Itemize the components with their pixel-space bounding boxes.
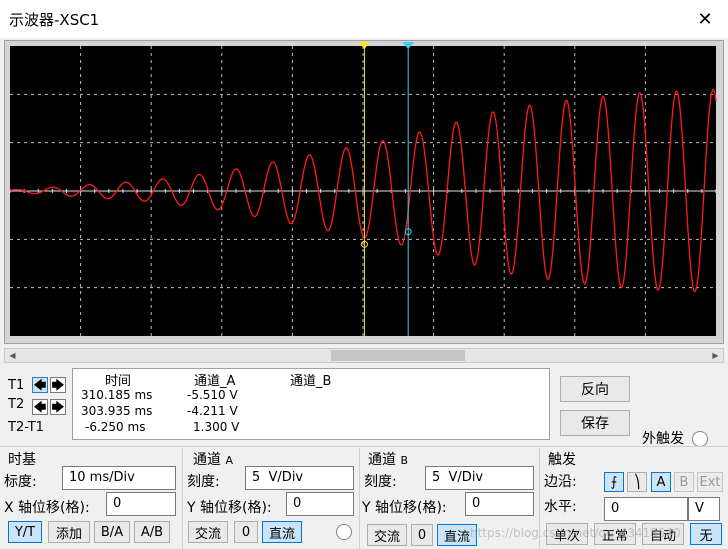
channel-b-ac-button[interactable]: 交流 xyxy=(367,524,407,546)
t1-label: T1 xyxy=(8,378,25,393)
channel-a-dc-button[interactable]: 直流 xyxy=(262,521,302,543)
header-channel-b: 通道_B xyxy=(290,374,332,389)
t2-left-arrow-icon[interactable]: 🡄 xyxy=(32,399,48,415)
yt-button[interactable]: Y/T xyxy=(8,521,42,543)
trigger-level-unit[interactable]: V xyxy=(688,497,720,521)
timebase-xpos-field[interactable]: 0 xyxy=(106,492,176,516)
t2-channel-a: -4.211 V xyxy=(187,404,238,418)
reverse-button[interactable]: 反向 xyxy=(560,376,630,402)
trigger-none-button[interactable]: 无 xyxy=(690,523,722,545)
timebase-scale-label: 标度: xyxy=(4,474,37,490)
divider xyxy=(359,448,360,549)
t1-right-arrow-icon[interactable]: 🡆 xyxy=(50,377,66,393)
rising-edge-icon[interactable]: ⨍ xyxy=(604,472,624,492)
add-button[interactable]: 添加 xyxy=(48,521,90,543)
ext-trigger-radio[interactable] xyxy=(692,431,708,447)
channel-b-letter: B xyxy=(400,454,408,467)
measurement-readout: 时间 通道_A 通道_B 310.185 ms -5.510 V 303.935… xyxy=(72,368,550,440)
save-button[interactable]: 保存 xyxy=(560,410,630,436)
close-icon[interactable]: ✕ xyxy=(682,0,728,38)
falling-edge-icon[interactable]: ⎞ xyxy=(627,472,647,492)
t2-t1-label: T2-T1 xyxy=(8,420,44,435)
cursor-controls: T1 🡄 🡆 T2 🡄 🡆 T2-T1 xyxy=(4,368,72,440)
ab-button[interactable]: A/B xyxy=(134,521,170,543)
t2-right-arrow-icon[interactable]: 🡆 xyxy=(50,399,66,415)
channel-a-letter: A xyxy=(225,454,233,467)
ba-button[interactable]: B/A xyxy=(94,521,130,543)
channel-a-scale-field[interactable]: 5 V/Div xyxy=(245,466,354,490)
scroll-left-icon[interactable]: ◀ xyxy=(5,349,20,362)
trigger-level-field[interactable]: 0 xyxy=(604,497,688,521)
channel-b-ypos-field[interactable]: 0 xyxy=(465,492,534,516)
t1-channel-a: -5.510 V xyxy=(187,388,238,402)
ext-trigger-label: 外触发 xyxy=(642,431,684,447)
trigger-source-b[interactable]: B xyxy=(674,472,694,492)
channel-a-radio[interactable] xyxy=(336,524,352,540)
channel-a-title: 通道 A xyxy=(193,449,233,469)
channel-b-title-text: 通道 xyxy=(368,452,396,468)
watermark: https://blog.csdn.net/qq_43418640 xyxy=(470,526,681,540)
channel-a-zero-button[interactable]: 0 xyxy=(234,521,258,543)
window-title: 示波器-XSC1 xyxy=(9,11,100,29)
t1-left-arrow-icon[interactable]: 🡄 xyxy=(32,377,48,393)
channel-b-scale-label: 刻度: xyxy=(364,474,397,490)
timebase-xpos-label: X 轴位移(格): xyxy=(4,500,90,516)
title-bar: 示波器-XSC1 ✕ xyxy=(0,0,728,38)
channel-b-zero-button[interactable]: 0 xyxy=(411,524,433,546)
t2-label: T2 xyxy=(8,397,25,412)
channel-a-scale-label: 刻度: xyxy=(187,474,220,490)
header-time: 时间 xyxy=(105,374,132,389)
trigger-title: 触发 xyxy=(548,452,576,468)
diff-time: -6.250 ms xyxy=(85,420,146,434)
channel-a-ypos-label: Y 轴位移(格): xyxy=(187,500,272,516)
scroll-right-icon[interactable]: ▶ xyxy=(708,349,723,362)
channel-b-title: 通道 B xyxy=(368,449,408,469)
divider xyxy=(182,448,183,549)
trigger-level-label: 水平: xyxy=(544,499,577,515)
trigger-source-a[interactable]: A xyxy=(651,472,671,492)
channel-a-ac-button[interactable]: 交流 xyxy=(188,521,228,543)
divider xyxy=(0,446,728,447)
header-channel-a: 通道_A xyxy=(194,374,236,389)
channel-b-ypos-label: Y 轴位移(格): xyxy=(362,500,447,516)
trigger-source-ext[interactable]: Ext xyxy=(697,472,723,492)
trigger-edge-label: 边沿: xyxy=(544,474,577,490)
channel-a-ypos-field[interactable]: 0 xyxy=(286,492,354,516)
channel-b-scale-field[interactable]: 5 V/Div xyxy=(425,466,534,490)
t2-time: 303.935 ms xyxy=(81,404,153,418)
timebase-scale-field[interactable]: 10 ms/Div xyxy=(62,466,176,490)
timebase-title: 时基 xyxy=(8,452,36,468)
scroll-thumb[interactable] xyxy=(331,350,465,361)
t1-time: 310.185 ms xyxy=(81,388,153,402)
horizontal-scrollbar[interactable]: ◀ ▶ xyxy=(4,348,724,363)
oscilloscope-screen[interactable] xyxy=(6,42,722,342)
diff-channel-a: 1.300 V xyxy=(193,420,240,434)
channel-a-title-text: 通道 xyxy=(193,452,221,468)
